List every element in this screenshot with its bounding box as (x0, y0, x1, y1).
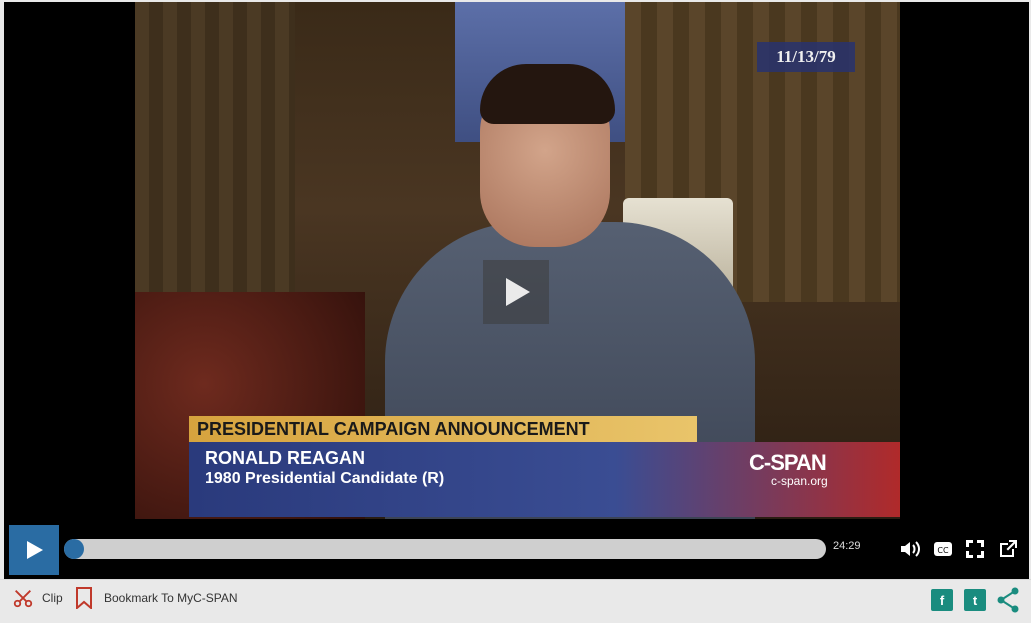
cspan-logo: C-SPAN (749, 450, 827, 475)
twitter-icon: t (972, 592, 978, 608)
bookmark-icon (76, 587, 92, 609)
twitter-share-button[interactable]: t (964, 589, 986, 611)
volume-icon[interactable] (898, 537, 922, 561)
fullscreen-icon[interactable] (963, 537, 987, 561)
closed-captions-icon[interactable]: CC (931, 537, 955, 561)
share-icon[interactable] (996, 587, 1020, 613)
center-play-button[interactable] (483, 260, 549, 324)
speaker-role: 1980 Presidential Candidate (R) (205, 470, 445, 487)
bookmark-button[interactable]: Bookmark To MyC-SPAN (75, 580, 238, 616)
bottom-toolbar: Clip Bookmark To MyC-SPAN f t (0, 579, 1031, 623)
scissors-icon (13, 590, 33, 608)
player-control-bar: 24:29 CC (4, 519, 1029, 579)
popout-icon[interactable] (996, 537, 1020, 561)
cspan-url: c-span.org (771, 474, 828, 488)
banner-title: PRESIDENTIAL CAMPAIGN ANNOUNCEMENT (189, 416, 697, 442)
video-date-stamp: 11/13/79 (757, 42, 855, 72)
svg-text:CC: CC (937, 546, 949, 555)
facebook-share-button[interactable]: f (931, 589, 953, 611)
duration-label: 24:29 (833, 540, 861, 552)
bookmark-label: Bookmark To MyC-SPAN (104, 591, 238, 605)
play-icon (27, 541, 43, 559)
clip-label: Clip (42, 591, 63, 605)
video-player[interactable]: 11/13/79 PRESIDENTIAL CAMPAIGN ANNOUNCEM… (4, 2, 1029, 579)
lower-third: RONALD REAGAN 1980 Presidential Candidat… (189, 442, 900, 517)
play-icon (506, 278, 530, 306)
facebook-icon: f (939, 592, 945, 608)
speaker-hair (480, 64, 615, 124)
progress-bar[interactable] (64, 539, 826, 559)
play-button[interactable] (9, 525, 59, 575)
progress-knob[interactable] (64, 539, 84, 559)
speaker-name: RONALD REAGAN (205, 448, 365, 468)
clip-button[interactable]: Clip (12, 580, 63, 616)
